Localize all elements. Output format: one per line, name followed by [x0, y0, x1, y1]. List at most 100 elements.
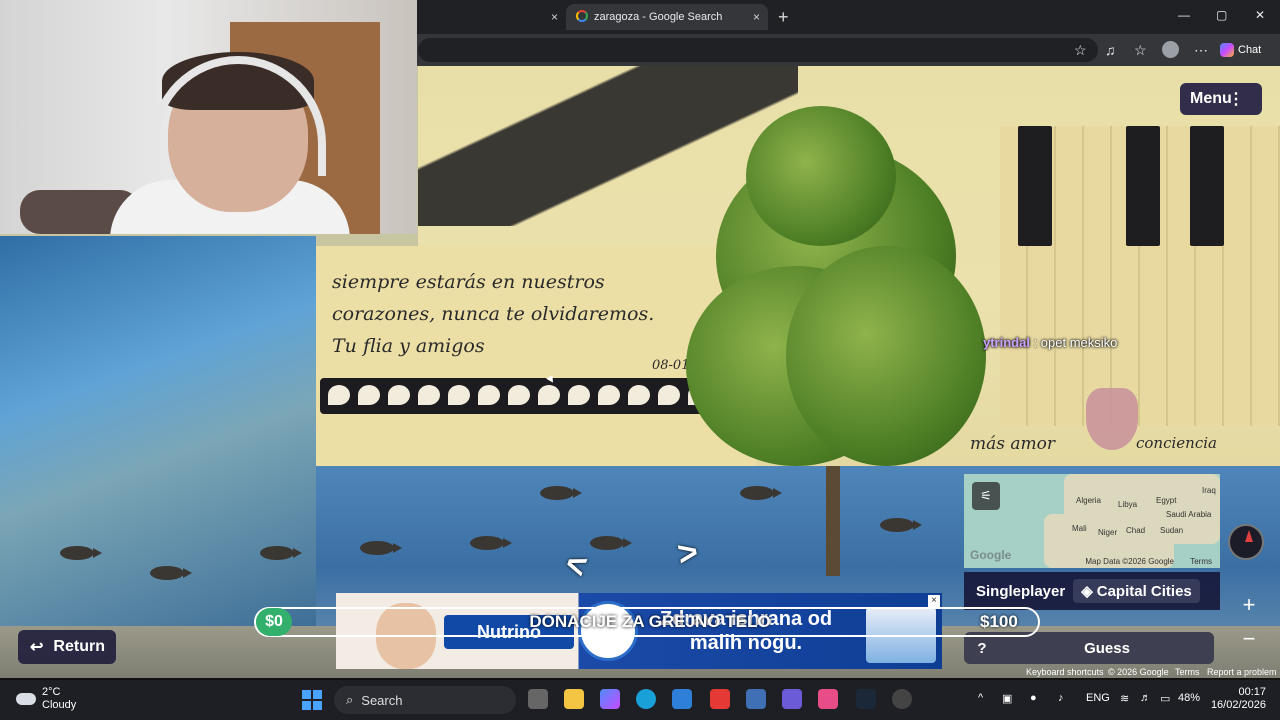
map-label: Libya — [1118, 500, 1138, 509]
battery-percent: 48% — [1178, 692, 1201, 704]
layers-icon: ◈ — [1081, 583, 1093, 600]
map-label: Sudan — [1160, 526, 1184, 535]
task-view-icon[interactable] — [528, 689, 548, 709]
ad-close-icon[interactable]: × — [928, 595, 940, 607]
windows-start-icon[interactable] — [302, 690, 322, 710]
windows-taskbar: 2°C Cloudy ⌕ Search ^ ▣ ● ♪ ENG ≋ ♬ ▭ 48… — [0, 680, 1280, 720]
tray-overflow-icon[interactable]: ^ — [978, 692, 983, 704]
teams-icon[interactable] — [782, 689, 802, 709]
chat-label: Chat — [1238, 44, 1262, 56]
mural-black-stripe — [1126, 126, 1160, 246]
help-button[interactable]: ? — [964, 640, 1000, 657]
chat-text: : opet meksiko — [1029, 335, 1118, 350]
obs-icon[interactable] — [892, 689, 912, 709]
map-terms-link[interactable]: Terms — [1190, 557, 1212, 566]
mural-fish — [590, 536, 632, 550]
weather-widget[interactable]: 2°C Cloudy — [16, 686, 76, 712]
favorite-star-icon[interactable]: ☆ — [1074, 42, 1087, 59]
read-aloud-icon[interactable]: ♫ — [1105, 42, 1116, 58]
zoom-in-button[interactable]: + — [1236, 592, 1262, 618]
store-icon[interactable] — [672, 689, 692, 709]
report-problem-link[interactable]: Report a problem — [1207, 667, 1277, 677]
google-logo: Google — [970, 548, 1012, 562]
tab-close-icon[interactable]: × — [753, 10, 760, 24]
tray-app-icon[interactable]: ● — [1030, 692, 1037, 704]
wps-icon[interactable] — [710, 689, 730, 709]
profile-avatar[interactable] — [1162, 41, 1179, 58]
search-label: Search — [361, 692, 403, 708]
map-name-badge: ◈ Capital Cities — [1073, 579, 1200, 603]
edge-icon[interactable] — [636, 689, 656, 709]
wifi-icon[interactable]: ≋ — [1120, 692, 1129, 705]
tray-app-icon[interactable]: ▣ — [1002, 692, 1012, 705]
copilot-app-icon[interactable] — [600, 689, 620, 709]
donation-title: DONACIJE ZA GREJNO TELO — [529, 612, 771, 631]
battery-icon[interactable]: ▭ — [1160, 692, 1170, 705]
language-indicator[interactable]: ENG — [1086, 692, 1110, 704]
mural-text-conciencia: conciencia — [1136, 434, 1217, 452]
address-bar[interactable] — [418, 38, 1098, 62]
donation-current: $0 — [256, 608, 292, 636]
mural-fish — [150, 566, 192, 580]
favorites-icon[interactable]: ☆ — [1134, 42, 1147, 59]
new-tab-button[interactable]: + — [778, 7, 789, 28]
map-label: Chad — [1126, 526, 1146, 535]
taskbar-search[interactable]: ⌕ Search — [334, 686, 516, 714]
figma-icon[interactable] — [818, 689, 838, 709]
microphone-icon[interactable]: ♪ — [1058, 692, 1064, 704]
mural-leaf-pattern — [320, 378, 720, 414]
map-label: Iraq — [1202, 486, 1216, 495]
file-explorer-icon[interactable] — [564, 689, 584, 709]
return-arrow-icon: ↩ — [30, 639, 44, 656]
mural-heart — [1086, 388, 1138, 450]
mural-black-stripe — [1190, 126, 1224, 246]
app-icon[interactable] — [746, 689, 766, 709]
map-settings-icon[interactable]: ⚟ — [972, 482, 1000, 510]
webcam-overlay — [0, 0, 417, 234]
close-window-button[interactable]: ✕ — [1255, 8, 1265, 22]
google-favicon-icon — [576, 10, 588, 22]
clock[interactable]: 00:17 16/02/2026 — [1210, 686, 1266, 712]
temperature: 2°C — [42, 686, 61, 698]
map-data-credit: Map Data ©2026 Google — [1085, 557, 1174, 566]
tree — [676, 106, 996, 576]
copyright-text: © 2026 Google — [1108, 667, 1169, 677]
mural-fish — [260, 546, 302, 560]
return-button[interactable]: ↩ Return — [18, 630, 116, 664]
tab-geoguessr[interactable]: × — [418, 4, 566, 30]
copilot-chat-button[interactable]: Chat — [1220, 38, 1274, 62]
donation-goal: $100 — [980, 612, 1018, 631]
minimize-button[interactable]: — — [1178, 8, 1190, 22]
volume-icon[interactable]: ♬ — [1140, 692, 1151, 704]
mural-fish — [60, 546, 102, 560]
tab-google-search[interactable]: zaragoza - Google Search × — [566, 4, 768, 30]
cloud-icon — [16, 693, 36, 705]
steam-icon[interactable] — [856, 689, 876, 709]
terms-link[interactable]: Terms — [1175, 667, 1200, 677]
guess-map[interactable]: Algeria Libya Egypt Iraq Saudi Arabia Ma… — [964, 474, 1220, 568]
more-options-icon[interactable]: ⋯ — [1194, 42, 1208, 59]
mural-script-text: siempre estarás en nuestros corazones, n… — [332, 271, 655, 357]
weather-condition: Cloudy — [42, 699, 77, 711]
chat-username: ytrindal — [983, 335, 1030, 350]
tab-title: zaragoza - Google Search — [594, 11, 723, 23]
map-label: Saudi Arabia — [1166, 510, 1212, 519]
compass-icon[interactable] — [1228, 524, 1264, 560]
clock-date: 16/02/2026 — [1210, 699, 1266, 711]
zoom-out-button[interactable]: − — [1236, 626, 1262, 652]
map-label: Mali — [1072, 524, 1087, 533]
stream-chat-message: ytrindal : opet meksiko — [983, 335, 1117, 350]
maximize-button[interactable]: ▢ — [1216, 8, 1227, 22]
clock-time: 00:17 — [1238, 686, 1266, 698]
keyboard-shortcuts-link[interactable]: Keyboard shortcuts — [1026, 667, 1104, 677]
copilot-icon — [1220, 43, 1234, 57]
game-mode: Singleplayer — [976, 582, 1066, 600]
guess-button[interactable]: Guess — [1000, 640, 1214, 657]
return-label: Return — [53, 638, 105, 655]
menu-button[interactable]: Menu ⋮ — [1180, 83, 1262, 115]
mural-black-stripe — [1018, 126, 1052, 246]
tab-close-icon[interactable]: × — [551, 10, 558, 24]
game-mode-bar: Singleplayer ◈ Capital Cities — [964, 572, 1220, 610]
map-label: Niger — [1098, 528, 1118, 537]
map-label: Egypt — [1156, 496, 1177, 505]
